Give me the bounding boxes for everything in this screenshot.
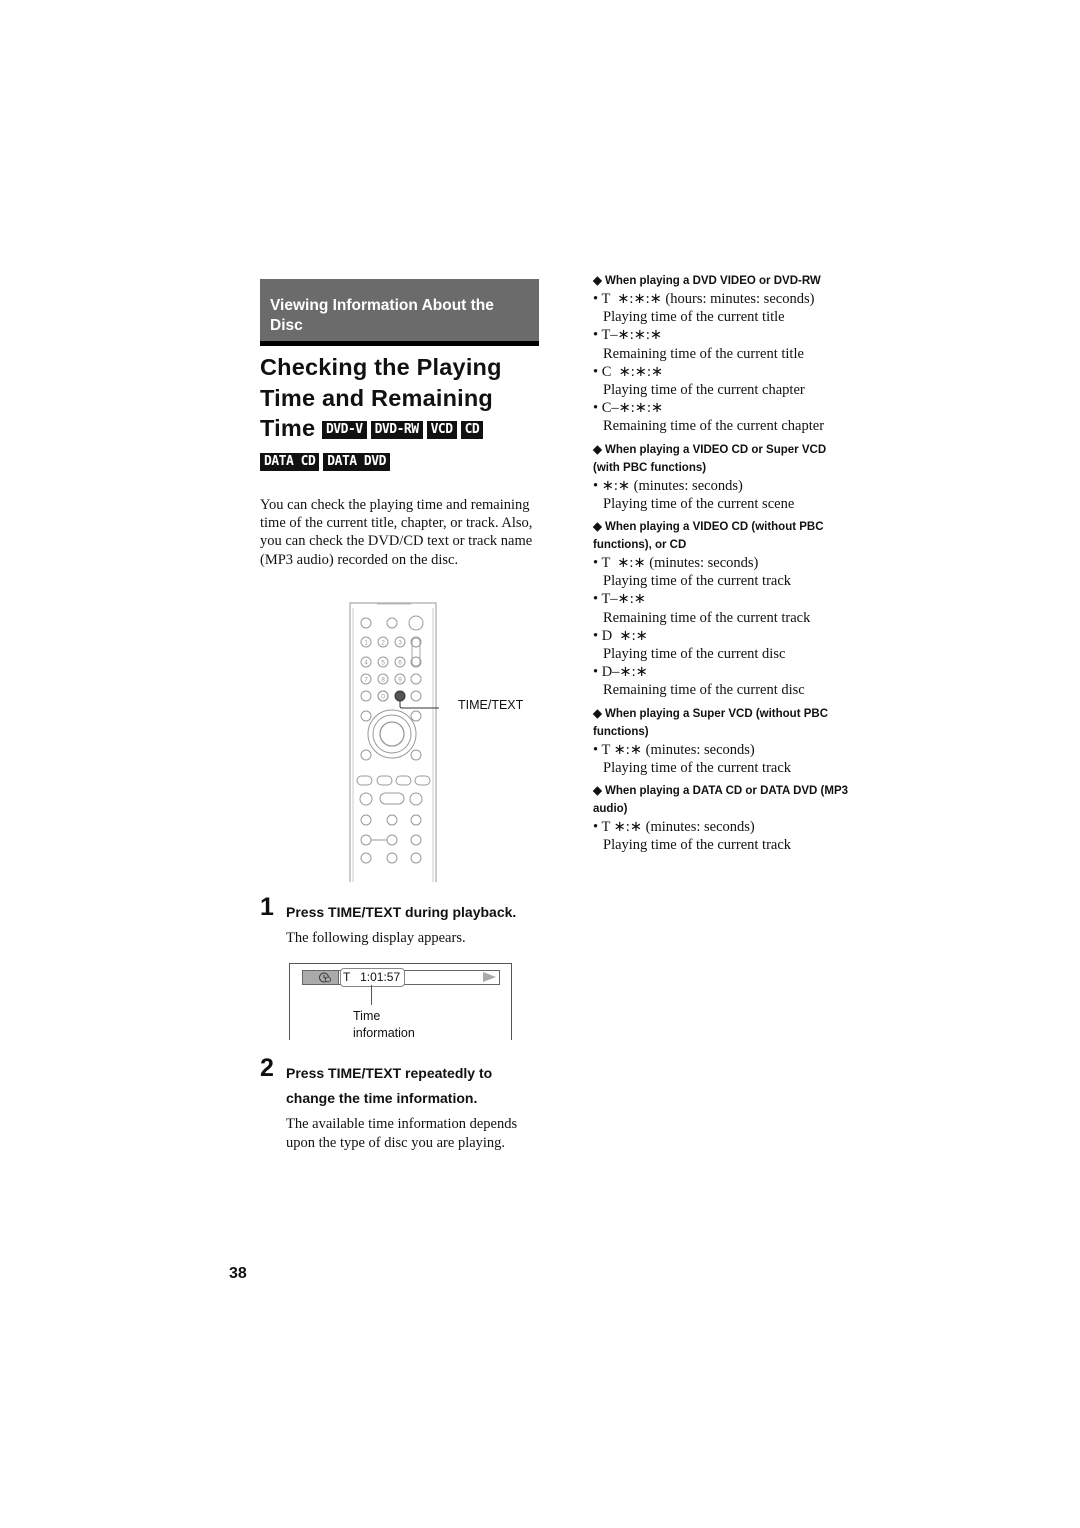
disc-type-heading: ◆ When playing a VIDEO CD or Super VCD (… [593,443,827,474]
number-key-label: 9 [398,677,402,684]
play-button-icon [379,792,405,805]
section-header-text: Viewing Information About the Disc [270,297,494,334]
time-format-description: Playing time of the current chapter [603,382,805,399]
time-format-description: Remaining time of the current title [603,345,804,362]
time-format-item: • T ∗:∗ (minutes: seconds) Playing time o… [593,741,853,777]
badge-dvd-v: DVD-V [321,421,367,439]
badge-dvd-rw: DVD-RW [370,421,423,439]
time-format-item: • T–∗:∗:∗ Remaining time of the current t… [593,326,853,362]
time-format-code: • ∗:∗ (minutes: seconds) [593,477,743,494]
remote-button [386,617,398,629]
time-format-code: • T ∗:∗ (minutes: seconds) [593,819,755,836]
onscreen-display-illustration: T 1:01:57 Time information [289,963,512,1040]
title-line-3: Time DVD-V DVD-RW VCD CD [260,413,560,444]
time-format-description: Remaining time of the current track [603,609,811,626]
step-2-body: The available time information depends u… [286,1116,518,1151]
time-format-item: • C–∗:∗:∗ Remaining time of the current c… [593,399,853,435]
number-key-label: 2 [381,640,385,647]
number-key-label: 6 [398,660,402,667]
number-key-label: 8 [381,677,385,684]
disc-badges-row-2: DATA CD DATA DVD [260,453,394,473]
step-1-heading: Press TIME/TEXT during playback. [286,904,517,920]
caption-line-1: Time [353,1009,381,1023]
callout-leader-line [371,985,372,1005]
time-format-description: Playing time of the current track [603,759,792,776]
number-key-label: 1 [364,640,368,647]
title-line-2: Time and Remaining [260,384,493,411]
badge-vcd: VCD [426,421,457,439]
badge-cd: CD [460,421,484,439]
time-format-code: • T ∗:∗ (minutes: seconds) [593,555,759,572]
number-key-label: 4 [364,660,368,667]
time-format-description: Playing time of the current track [603,837,792,854]
time-format-code: • T–∗:∗ [593,591,646,608]
section-header-box: Viewing Information About the Disc [260,279,539,346]
time-text-button-icon [394,690,406,702]
page-number: 38 [229,1265,247,1282]
time-format-code: • C ∗:∗:∗ [593,363,664,380]
power-button-icon [408,615,424,631]
number-key-label: 0 [381,694,385,701]
step-1-body: The following display appears. [286,930,466,946]
disc-type-heading: ◆ When playing a VIDEO CD (without PBC f… [593,521,824,552]
number-key-label: 5 [381,660,385,667]
time-information-caption: Time information [353,1008,415,1042]
disc-type-heading: ◆ When playing a DATA CD or DATA DVD (MP… [593,785,849,816]
disc-type-heading: ◆ When playing a Super VCD (without PBC … [593,707,829,738]
number-key-label: 3 [398,640,402,647]
time-readout: T 1:01:57 [340,968,406,987]
time-format-item: • ∗:∗ (minutes: seconds) Playing time of … [593,477,853,513]
title-line-1: Checking the Playing [260,354,502,380]
intro-paragraph: You can check the playing time and remai… [260,497,533,568]
step-2-heading-line-1: Press TIME/TEXT repeatedly to [286,1065,493,1081]
time-format-item: • C ∗:∗:∗ Playing time of the current cha… [593,363,853,399]
disc-type-heading: ◆ When playing a DVD VIDEO or DVD-RW [593,275,821,287]
time-format-code: • C–∗:∗:∗ [593,400,664,417]
time-format-item: • D–∗:∗ Remaining time of the current dis… [593,663,853,699]
time-format-code: • T ∗:∗:∗ (hours: minutes: seconds) [593,291,815,307]
time-text-callout-label: TIME/TEXT [458,698,524,712]
dpad-enter-icon [379,721,405,747]
clock-disc-icon [319,972,331,983]
time-format-description: Remaining time of the current disc [603,682,805,699]
time-format-code: • D–∗:∗ [593,664,648,681]
badge-data-dvd: DATA DVD [323,453,390,471]
time-format-code: • D ∗:∗ [593,627,648,644]
time-format-code: • T ∗:∗ (minutes: seconds) [593,741,755,758]
play-triangle-icon [483,972,496,982]
step-2-heading: Press TIME/TEXT repeatedly to change the… [286,1061,546,1111]
step-2-heading-line-2: change the time information. [286,1090,478,1106]
eject-button-icon [360,617,372,629]
caption-line-2: information [353,1026,415,1040]
remote-control-illustration: 1 2 3 4 5 6 7 8 9 0 [349,602,439,882]
display-icon-cell [303,971,339,984]
dpad-outer-icon [367,709,417,759]
step-2-number: 2 [260,1054,274,1082]
time-format-item: • D ∗:∗ Playing time of the current disc [593,627,853,663]
time-format-item: • T ∗:∗ (minutes: seconds) Playing time o… [593,554,853,590]
time-format-item: • T–∗:∗ Remaining time of the current tra… [593,590,853,626]
time-format-item: • T ∗:∗ (minutes: seconds) Playing time o… [593,818,853,854]
title-line-3-text: Time [260,415,316,441]
time-format-description: Playing time of the current disc [603,646,786,663]
time-display-reference-list: ◆ When playing a DVD VIDEO or DVD-RW • T … [593,272,853,854]
display-bar: T 1:01:57 [302,968,500,987]
badge-data-cd: DATA CD [260,453,320,471]
time-format-description: Playing time of the current scene [603,495,795,512]
step-1-number: 1 [260,893,274,921]
page-title: Checking the Playing Time and Remaining … [260,352,560,444]
number-key-label: 7 [364,677,368,684]
time-format-item: • T ∗:∗:∗ (hours: minutes: seconds) Playi… [593,290,853,326]
time-format-description: Remaining time of the current chapter [603,418,825,435]
time-format-description: Playing time of the current title [603,309,785,326]
time-format-code: • T–∗:∗:∗ [593,327,663,344]
time-format-description: Playing time of the current track [603,573,792,590]
